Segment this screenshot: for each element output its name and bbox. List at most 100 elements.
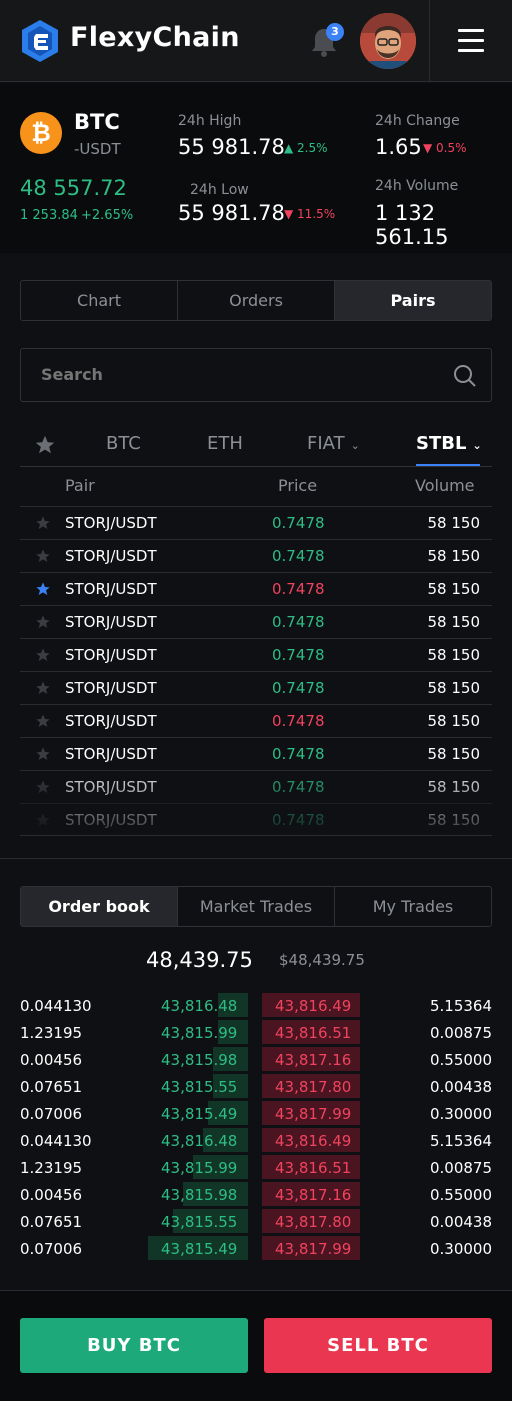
bid-quantity: 0.07006 — [20, 1240, 83, 1258]
pair-row[interactable]: STORJ/USDT 0.7478 58 150 — [20, 803, 492, 836]
active-filter-indicator — [416, 464, 480, 466]
tab-order-book[interactable]: Order book — [21, 887, 178, 926]
pair-volume: 58 150 — [427, 547, 481, 565]
pair-volume: 58 150 — [427, 679, 481, 697]
pair-row[interactable]: STORJ/USDT 0.7478 58 150 — [20, 704, 492, 737]
tab-chart[interactable]: Chart — [21, 281, 178, 320]
low-change: ▼ 11.5% — [284, 207, 336, 221]
header-divider — [429, 0, 430, 82]
pair-volume: 58 150 — [427, 646, 481, 664]
pair-row[interactable]: STORJ/USDT 0.7478 58 150 — [20, 770, 492, 803]
bid-quantity: 0.044130 — [20, 997, 92, 1015]
pair-price: 0.7478 — [272, 514, 325, 532]
pair-price: 0.7478 — [272, 811, 325, 829]
search-icon[interactable] — [453, 364, 477, 388]
ask-quantity: 0.00875 — [429, 1024, 492, 1042]
pair-price: 0.7478 — [272, 547, 325, 565]
star-icon[interactable] — [35, 515, 51, 531]
filter-fiat-label: FIAT — [307, 433, 345, 454]
ask-quantity: 0.55000 — [429, 1186, 492, 1204]
avatar-image — [360, 13, 416, 69]
tab-orders[interactable]: Orders — [178, 281, 335, 320]
star-icon[interactable] — [35, 680, 51, 696]
hamburger-menu-icon[interactable] — [458, 29, 484, 53]
star-icon[interactable] — [35, 713, 51, 729]
view-tabs: Chart Orders Pairs — [20, 280, 492, 321]
bid-price: 43,815.98 — [161, 1051, 238, 1069]
orderbook-row[interactable]: 0.07006 43,815.49 43,817.99 0.30000 — [0, 1236, 512, 1263]
star-icon[interactable] — [35, 746, 51, 762]
pair-row[interactable]: STORJ/USDT 0.7478 58 150 — [20, 671, 492, 704]
orderbook-row[interactable]: 0.044130 43,816.48 43,816.49 5.15364 — [0, 1128, 512, 1155]
ask-price: 43,817.99 — [275, 1240, 352, 1258]
ask-price: 43,817.16 — [275, 1186, 352, 1204]
pair-row[interactable]: STORJ/USDT 0.7478 58 150 — [20, 737, 492, 770]
pair-price: 0.7478 — [272, 580, 325, 598]
pair-volume: 58 150 — [427, 745, 481, 763]
bid-price: 43,815.49 — [161, 1240, 238, 1258]
star-icon[interactable] — [35, 581, 51, 597]
ask-price: 43,817.80 — [275, 1213, 352, 1231]
orderbook-row[interactable]: 0.00456 43,815.98 43,817.16 0.55000 — [0, 1182, 512, 1209]
ask-quantity: 0.30000 — [429, 1240, 492, 1258]
ask-quantity: 5.15364 — [429, 997, 492, 1015]
ask-price: 43,817.16 — [275, 1051, 352, 1069]
bid-price: 43,816.48 — [161, 997, 238, 1015]
volume-value: 1 132 561.15 — [375, 201, 449, 249]
ticker-quote: -USDT — [74, 140, 121, 158]
ask-quantity: 0.00438 — [429, 1078, 492, 1096]
orderbook-row[interactable]: 0.07006 43,815.49 43,817.99 0.30000 — [0, 1101, 512, 1128]
orderbook-row[interactable]: 0.044130 43,816.48 43,816.49 5.15364 — [0, 993, 512, 1020]
high-change: ▲ 2.5% — [284, 141, 328, 155]
ticker-symbol: BTC — [74, 110, 120, 134]
pair-price: 0.7478 — [272, 778, 325, 796]
filter-btc[interactable]: BTC — [106, 433, 141, 454]
pair-row[interactable]: STORJ/USDT 0.7478 58 150 — [20, 506, 492, 539]
bid-quantity: 0.07006 — [20, 1105, 83, 1123]
user-avatar[interactable] — [360, 13, 416, 69]
tab-market-trades[interactable]: Market Trades — [178, 887, 335, 926]
star-icon[interactable] — [35, 812, 51, 828]
buy-button[interactable]: BUY BTC — [20, 1318, 248, 1373]
pair-price: 0.7478 — [272, 745, 325, 763]
orderbook-row[interactable]: 1.23195 43,815.99 43,816.51 0.00875 — [0, 1020, 512, 1047]
orderbook-row[interactable]: 0.00456 43,815.98 43,817.16 0.55000 — [0, 1047, 512, 1074]
column-price[interactable]: Price — [278, 476, 317, 495]
filter-stbl-label: STBL — [416, 433, 467, 454]
star-icon[interactable] — [35, 647, 51, 663]
orderbook-row[interactable]: 1.23195 43,815.99 43,816.51 0.00875 — [0, 1155, 512, 1182]
orderbook-row[interactable]: 0.07651 43,815.55 43,817.80 0.00438 — [0, 1074, 512, 1101]
pair-row[interactable]: STORJ/USDT 0.7478 58 150 — [20, 539, 492, 572]
pair-name: STORJ/USDT — [65, 514, 157, 532]
bid-quantity: 0.044130 — [20, 1132, 92, 1150]
pair-price: 0.7478 — [272, 646, 325, 664]
pair-name: STORJ/USDT — [65, 580, 157, 598]
star-icon[interactable] — [35, 779, 51, 795]
change-label: 24h Change — [375, 113, 460, 129]
chevron-down-icon: ⌄ — [350, 439, 360, 452]
column-volume[interactable]: Volume — [415, 476, 475, 495]
filter-fiat[interactable]: FIAT ⌄ — [307, 433, 360, 454]
bid-quantity: 0.07651 — [20, 1078, 83, 1096]
high-label: 24h High — [178, 113, 242, 129]
orderbook-row[interactable]: 0.07651 43,815.55 43,817.80 0.00438 — [0, 1209, 512, 1236]
volume-label: 24h Volume — [375, 178, 459, 194]
pair-name: STORJ/USDT — [65, 811, 157, 829]
column-pair[interactable]: Pair — [65, 476, 95, 495]
filter-eth[interactable]: ETH — [207, 433, 243, 454]
pair-price: 0.7478 — [272, 712, 325, 730]
tab-pairs[interactable]: Pairs — [335, 281, 491, 320]
search-input[interactable] — [41, 365, 421, 384]
tab-my-trades[interactable]: My Trades — [335, 887, 491, 926]
pair-row[interactable]: STORJ/USDT 0.7478 58 150 — [20, 572, 492, 605]
price-change-pct: +2.65% — [81, 208, 134, 223]
ask-quantity: 0.55000 — [429, 1051, 492, 1069]
star-icon[interactable] — [35, 614, 51, 630]
filter-stbl[interactable]: STBL ⌄ — [416, 433, 482, 454]
pair-row[interactable]: STORJ/USDT 0.7478 58 150 — [20, 638, 492, 671]
pair-name: STORJ/USDT — [65, 745, 157, 763]
sell-button[interactable]: SELL BTC — [264, 1318, 492, 1373]
star-icon[interactable] — [35, 548, 51, 564]
pair-row[interactable]: STORJ/USDT 0.7478 58 150 — [20, 605, 492, 638]
favorites-star-icon[interactable] — [34, 434, 56, 456]
